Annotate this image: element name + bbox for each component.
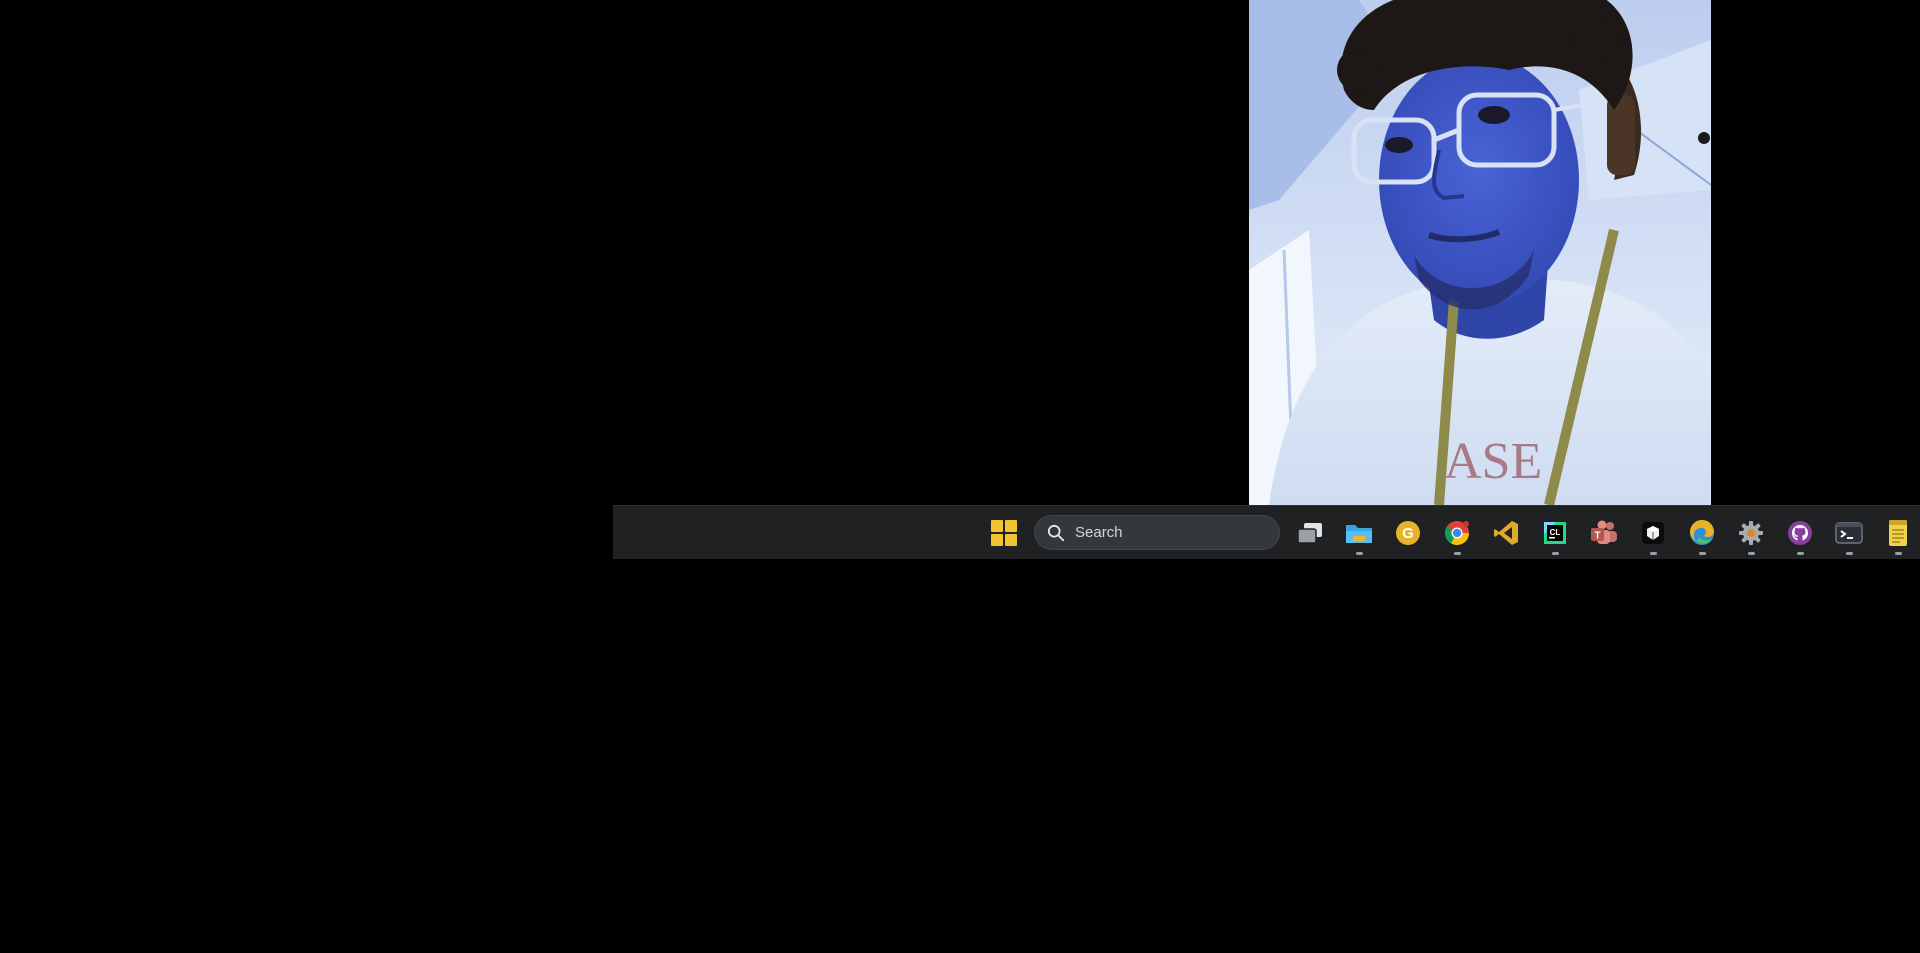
svg-text:G: G (1402, 525, 1414, 542)
desktop: ASE Search G CL T (0, 0, 1920, 953)
file-explorer-icon[interactable] (1343, 517, 1375, 549)
running-indicator (1797, 552, 1804, 555)
running-indicator (1699, 552, 1706, 555)
github-desktop-icon[interactable] (1784, 517, 1816, 549)
search-placeholder: Search (1075, 524, 1123, 541)
svg-text:T: T (1594, 531, 1600, 542)
notepad-icon[interactable] (1882, 517, 1914, 549)
running-indicator (1846, 552, 1853, 555)
webcam-image: ASE (1249, 0, 1711, 505)
running-indicator (1895, 552, 1902, 555)
running-indicator (1748, 552, 1755, 555)
terminal-icon[interactable] (1833, 517, 1865, 549)
running-indicator (1356, 552, 1363, 555)
webcam-preview: ASE (1249, 0, 1711, 505)
shirt-print: ASE (1444, 433, 1542, 490)
vscode-icon[interactable] (1490, 517, 1522, 549)
packaging-app-icon[interactable] (1637, 517, 1669, 549)
chrome-icon[interactable] (1441, 517, 1473, 549)
svg-text:CL: CL (1550, 528, 1561, 537)
running-indicator (1454, 552, 1461, 555)
clion-icon[interactable]: CL (1539, 517, 1571, 549)
edge-icon[interactable] (1686, 517, 1718, 549)
settings-icon[interactable] (1735, 517, 1767, 549)
taskbar: Search G CL T (613, 505, 1920, 559)
taskbar-search-box[interactable]: Search (1034, 515, 1280, 550)
windows-start-icon[interactable] (989, 518, 1019, 548)
search-icon (1047, 524, 1065, 541)
teams-icon[interactable]: T (1588, 517, 1620, 549)
running-indicator (1552, 552, 1559, 555)
running-indicator (1650, 552, 1657, 555)
task-view-icon[interactable] (1294, 517, 1326, 549)
google-app-icon[interactable]: G (1392, 517, 1424, 549)
